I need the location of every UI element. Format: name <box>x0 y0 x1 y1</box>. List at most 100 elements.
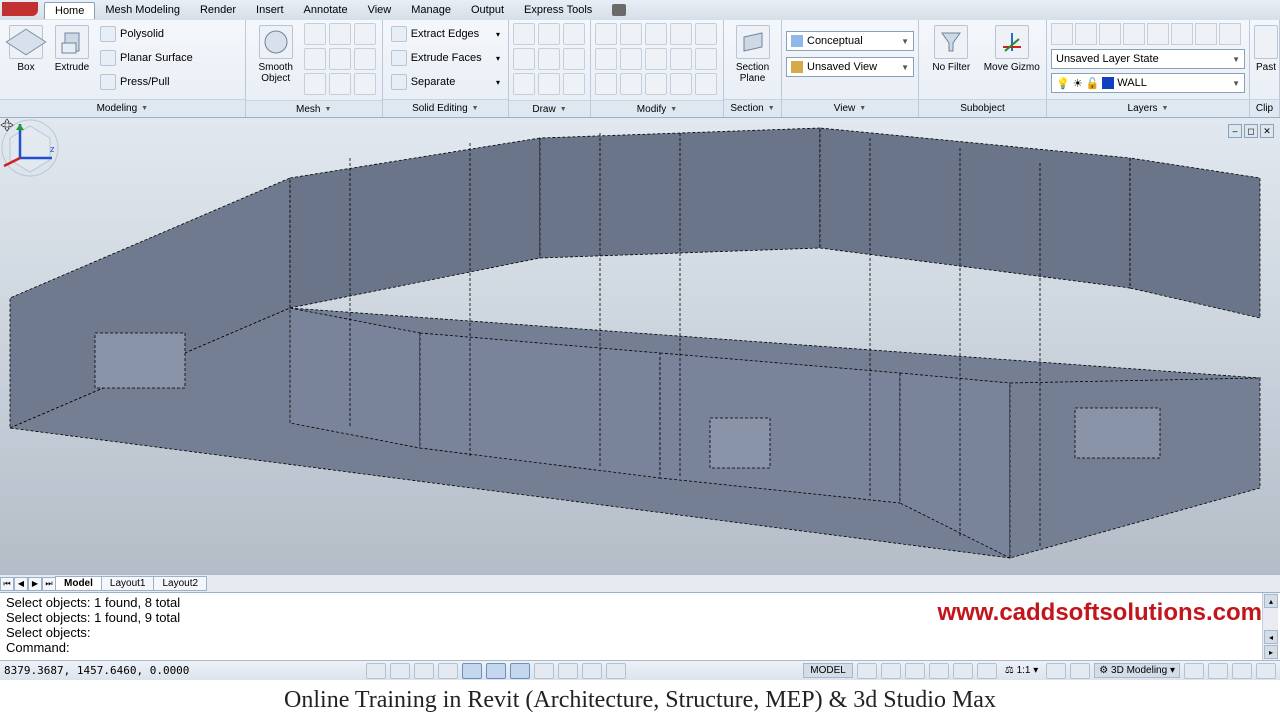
status-otrack[interactable] <box>510 663 530 679</box>
status-qp[interactable] <box>606 663 626 679</box>
panel-section-title[interactable]: Section▼ <box>724 99 781 117</box>
status-scale[interactable]: ⚖ 1:1 ▾ <box>1001 665 1042 676</box>
extrude-faces-button[interactable]: Extrude Faces▾ <box>387 47 504 69</box>
layer-combo[interactable]: 💡 ☀ 🔓 WALL ▼ <box>1051 73 1245 93</box>
panel-mesh-title[interactable]: Mesh▼ <box>246 100 382 117</box>
viewport-maximize[interactable]: ◻ <box>1244 124 1258 138</box>
layer-state-combo[interactable]: Unsaved Layer State▼ <box>1051 49 1245 69</box>
extract-edges-button[interactable]: Extract Edges▾ <box>387 23 504 45</box>
menu-render[interactable]: Render <box>190 2 246 18</box>
viewport-close[interactable]: ✕ <box>1260 124 1274 138</box>
status-steering[interactable] <box>953 663 973 679</box>
draw-2[interactable] <box>538 23 560 45</box>
status-hardware[interactable] <box>1208 663 1228 679</box>
status-annoscale[interactable] <box>1046 663 1066 679</box>
status-lock[interactable] <box>1184 663 1204 679</box>
visual-style-combo[interactable]: Conceptual▼ <box>786 31 914 51</box>
status-dyn[interactable] <box>558 663 578 679</box>
status-osnap[interactable] <box>462 663 482 679</box>
modify-15[interactable] <box>695 73 717 95</box>
panel-modify-title[interactable]: Modify▼ <box>591 100 723 117</box>
layer-tool-5[interactable] <box>1147 23 1169 45</box>
viewport-3d[interactable]: – ◻ ✕ z <box>0 118 1280 574</box>
panel-solid-editing-title[interactable]: Solid Editing▼ <box>383 99 508 117</box>
mesh-tool-3[interactable] <box>354 23 376 45</box>
status-workspace[interactable]: ⚙ 3D Modeling ▾ <box>1094 663 1180 678</box>
layer-tool-2[interactable] <box>1075 23 1097 45</box>
menu-express-tools[interactable]: Express Tools <box>514 2 602 18</box>
draw-6[interactable] <box>563 48 585 70</box>
box-button[interactable]: Box <box>4 23 48 87</box>
modify-6[interactable] <box>595 48 617 70</box>
cmd-scroll-right[interactable]: ▸ <box>1264 645 1278 659</box>
layer-tool-7[interactable] <box>1195 23 1217 45</box>
layout-nav-first[interactable]: ⏮ <box>0 577 14 591</box>
menu-annotate[interactable]: Annotate <box>294 2 358 18</box>
modify-2[interactable] <box>620 23 642 45</box>
status-space[interactable]: MODEL <box>803 663 853 678</box>
mesh-tool-5[interactable] <box>329 48 351 70</box>
draw-9[interactable] <box>563 73 585 95</box>
draw-1[interactable] <box>513 23 535 45</box>
layout-nav-last[interactable]: ⏭ <box>42 577 56 591</box>
panel-modeling-title[interactable]: Modeling▼ <box>0 99 245 117</box>
cmd-scroll-up[interactable]: ▴ <box>1264 594 1278 608</box>
status-ortho[interactable] <box>414 663 434 679</box>
cmd-prompt[interactable]: Command: <box>6 640 1274 655</box>
status-polar[interactable] <box>438 663 458 679</box>
modify-11[interactable] <box>595 73 617 95</box>
mesh-tool-1[interactable] <box>304 23 326 45</box>
draw-3[interactable] <box>563 23 585 45</box>
layer-tool-8[interactable] <box>1219 23 1241 45</box>
no-filter-button[interactable]: No Filter <box>923 23 980 87</box>
modify-9[interactable] <box>670 48 692 70</box>
modify-12[interactable] <box>620 73 642 95</box>
move-gizmo-button[interactable]: Move Gizmo <box>982 23 1042 87</box>
modify-4[interactable] <box>670 23 692 45</box>
status-3dosnap[interactable] <box>486 663 506 679</box>
separate-button[interactable]: Separate▾ <box>387 71 504 93</box>
status-btn-a[interactable] <box>857 663 877 679</box>
layer-tool-1[interactable] <box>1051 23 1073 45</box>
modify-14[interactable] <box>670 73 692 95</box>
mesh-tool-9[interactable] <box>354 73 376 95</box>
modify-13[interactable] <box>645 73 667 95</box>
smooth-object-button[interactable]: Smooth Object <box>250 23 302 87</box>
planar-surface-button[interactable]: Planar Surface <box>96 47 197 69</box>
layer-tool-6[interactable] <box>1171 23 1193 45</box>
section-plane-button[interactable]: Section Plane <box>728 23 777 87</box>
menu-output[interactable]: Output <box>461 2 514 18</box>
panel-layers-title[interactable]: Layers▼ <box>1047 99 1249 117</box>
layer-tool-4[interactable] <box>1123 23 1145 45</box>
status-showmotion[interactable] <box>977 663 997 679</box>
draw-7[interactable] <box>513 73 535 95</box>
menu-manage[interactable]: Manage <box>401 2 461 18</box>
layout-nav-prev[interactable]: ◀ <box>14 577 28 591</box>
mesh-tool-8[interactable] <box>329 73 351 95</box>
status-ducs[interactable] <box>534 663 554 679</box>
cmd-scrollbar[interactable]: ▴ ◂ ▸ <box>1262 593 1278 660</box>
layout-nav-next[interactable]: ▶ <box>28 577 42 591</box>
menu-expand-icon[interactable] <box>612 4 626 16</box>
app-icon[interactable] <box>2 2 38 16</box>
saved-view-combo[interactable]: Unsaved View▼ <box>786 57 914 77</box>
mesh-tool-6[interactable] <box>354 48 376 70</box>
layer-tool-3[interactable] <box>1099 23 1121 45</box>
status-zoom[interactable] <box>929 663 949 679</box>
status-pan[interactable] <box>905 663 925 679</box>
tab-layout1[interactable]: Layout1 <box>101 576 155 591</box>
status-lwt[interactable] <box>582 663 602 679</box>
modify-5[interactable] <box>695 23 717 45</box>
cmd-scroll-left[interactable]: ◂ <box>1264 630 1278 644</box>
draw-8[interactable] <box>538 73 560 95</box>
status-grid[interactable] <box>390 663 410 679</box>
viewport-minimize[interactable]: – <box>1228 124 1242 138</box>
menu-mesh-modeling[interactable]: Mesh Modeling <box>95 2 190 18</box>
mesh-tool-7[interactable] <box>304 73 326 95</box>
status-isolate[interactable] <box>1232 663 1252 679</box>
polysolid-button[interactable]: Polysolid <box>96 23 197 45</box>
modify-10[interactable] <box>695 48 717 70</box>
menu-insert[interactable]: Insert <box>246 2 294 18</box>
modify-1[interactable] <box>595 23 617 45</box>
mesh-tool-2[interactable] <box>329 23 351 45</box>
